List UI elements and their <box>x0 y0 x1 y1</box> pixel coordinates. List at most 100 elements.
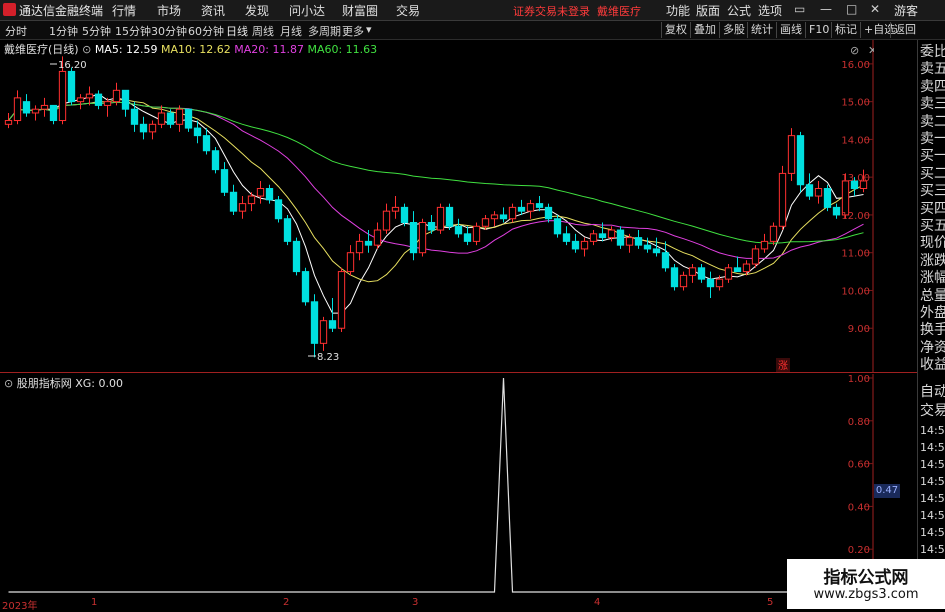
quote-label: 委比 <box>920 44 945 60</box>
btn-back[interactable]: 返回 <box>890 22 919 38</box>
btn-adjust[interactable]: 复权 <box>661 22 690 38</box>
btn-f10[interactable]: F10 <box>805 22 832 38</box>
btn-draw[interactable]: 画线 <box>776 22 805 38</box>
login-warning: 证券交易未登录 <box>513 5 590 18</box>
app-title: 通达信金融终端 <box>19 4 104 18</box>
candle[interactable] <box>67 67 76 106</box>
period-15min[interactable]: 15分钟 <box>115 23 151 39</box>
menu-ask[interactable]: 问小达 <box>289 2 325 19</box>
price-axis-label: 12.00 <box>841 211 870 222</box>
period-multi[interactable]: 多周期 <box>308 23 341 39</box>
close-panel-icon[interactable]: ✕ <box>868 44 874 57</box>
quote-label: 买三 <box>920 183 945 200</box>
indicator-toggle-icon[interactable]: ⊙ <box>4 377 13 390</box>
candle[interactable] <box>211 146 220 174</box>
high-price-label: 16.20 <box>58 60 87 71</box>
trade-label[interactable]: 自动 <box>920 383 945 402</box>
minimize-icon[interactable]: — <box>820 2 832 16</box>
candle[interactable] <box>553 214 562 238</box>
quote-label: 卖三 <box>920 96 945 113</box>
candle[interactable] <box>400 203 409 227</box>
period-5min[interactable]: 5分钟 <box>82 23 111 39</box>
tick-time: 14:56 <box>920 509 945 522</box>
quote-label: 换手 <box>920 322 945 339</box>
login-notice[interactable]: 证券交易未登录 戴维医疗 <box>513 3 641 19</box>
candle[interactable] <box>292 237 301 276</box>
menu-market[interactable]: 市场 <box>157 2 181 19</box>
candle[interactable] <box>787 128 796 181</box>
candle[interactable] <box>769 222 778 246</box>
period-timeshare[interactable]: 分时 <box>5 23 27 39</box>
candle[interactable] <box>823 184 832 212</box>
indicator-xg: XG: 0.00 <box>75 377 123 390</box>
candle[interactable] <box>274 196 283 223</box>
menu-function[interactable]: 功能 <box>666 2 690 19</box>
menu-discover[interactable]: 发现 <box>245 2 269 19</box>
candle[interactable] <box>337 267 346 333</box>
menu-bar: 通达信金融终端 行情 市场 资讯 发现 问小达 财富圈 交易 证券交易未登录 戴… <box>0 0 945 21</box>
pane-divider[interactable] <box>0 372 917 373</box>
indicator-name: 股朋指标网 <box>16 377 72 390</box>
candle[interactable] <box>616 226 625 249</box>
maximize-icon[interactable]: □ <box>846 2 857 16</box>
user-label[interactable]: 游客 <box>894 2 918 19</box>
candle[interactable] <box>751 245 760 268</box>
period-60min[interactable]: 60分钟 <box>188 23 224 39</box>
trade-label[interactable]: 交易 <box>920 402 945 421</box>
candle[interactable] <box>436 203 445 234</box>
indicator-axis-label: 1.00 <box>848 374 870 385</box>
candle[interactable] <box>472 222 481 246</box>
btn-multistock[interactable]: 多股 <box>719 22 748 38</box>
price-axis-label: 14.00 <box>841 135 870 146</box>
indicator-chart[interactable]: 1.00 0.80 0.60 0.40 0.20 <box>0 374 874 596</box>
period-monthly[interactable]: 月线 <box>280 23 302 39</box>
candle[interactable] <box>283 214 292 246</box>
quote-label: 涨跌 <box>920 252 945 269</box>
quote-label: 总量 <box>920 287 945 304</box>
candle[interactable] <box>301 267 310 306</box>
tick-time: 14:56 <box>920 475 945 488</box>
tick-time: 14:56 <box>920 424 945 437</box>
price-chart[interactable]: 16.0015.0014.0013.0012.0011.0010.009.00 … <box>0 40 874 372</box>
close-icon[interactable]: ✕ <box>870 2 880 16</box>
tick-time: 14:56 <box>920 543 945 556</box>
candle[interactable] <box>670 264 679 291</box>
candle[interactable] <box>184 108 193 132</box>
menu-trade[interactable]: 交易 <box>396 2 420 19</box>
candle[interactable] <box>418 218 427 257</box>
candle[interactable] <box>796 131 805 193</box>
chevron-down-icon[interactable]: ▾ <box>366 23 372 36</box>
period-daily[interactable]: 日线 <box>226 23 248 39</box>
period-more[interactable]: 更多 <box>342 23 364 39</box>
menu-wealth[interactable]: 财富圈 <box>342 2 378 19</box>
candle[interactable] <box>778 165 787 231</box>
legend-ma10: MA10: 12.62 <box>161 43 231 56</box>
menu-formula[interactable]: 公式 <box>727 2 751 19</box>
candle[interactable] <box>445 203 454 231</box>
price-legend: 戴维医疗(日线) ⊙ MA5: 12.59 MA10: 12.62 MA20: … <box>4 41 377 57</box>
x-axis <box>0 597 874 609</box>
user-icon[interactable]: ▭ <box>794 2 805 16</box>
menu-news[interactable]: 资讯 <box>201 2 225 19</box>
menu-layout[interactable]: 版面 <box>696 2 720 19</box>
indicator-legend: ⊙ 股朋指标网 XG: 0.00 <box>4 375 123 391</box>
menu-options[interactable]: 选项 <box>758 2 782 19</box>
period-30min[interactable]: 30分钟 <box>151 23 187 39</box>
x-label-feb: 2 <box>283 597 290 608</box>
x-label-may: 5 <box>767 597 774 608</box>
settings-icon[interactable]: ⊘ <box>850 44 859 57</box>
menu-quotes[interactable]: 行情 <box>112 2 136 19</box>
quote-label: 买二 <box>920 165 945 182</box>
btn-mark[interactable]: 标记 <box>831 22 860 38</box>
notice-stock: 戴维医疗 <box>597 5 641 18</box>
indicator-axis-label: 0.80 <box>848 417 870 428</box>
btn-overlay[interactable]: 叠加 <box>690 22 719 38</box>
legend-ma20: MA20: 11.87 <box>234 43 304 56</box>
ma-toggle-icon[interactable]: ⊙ <box>82 43 91 56</box>
period-1min[interactable]: 1分钟 <box>49 23 78 39</box>
price-axis-label: 13.00 <box>841 173 870 184</box>
period-weekly[interactable]: 周线 <box>252 23 274 39</box>
price-axis-label: 15.00 <box>841 98 870 109</box>
watermark-title: 指标公式网 <box>823 568 909 588</box>
btn-stats[interactable]: 统计 <box>747 22 776 38</box>
